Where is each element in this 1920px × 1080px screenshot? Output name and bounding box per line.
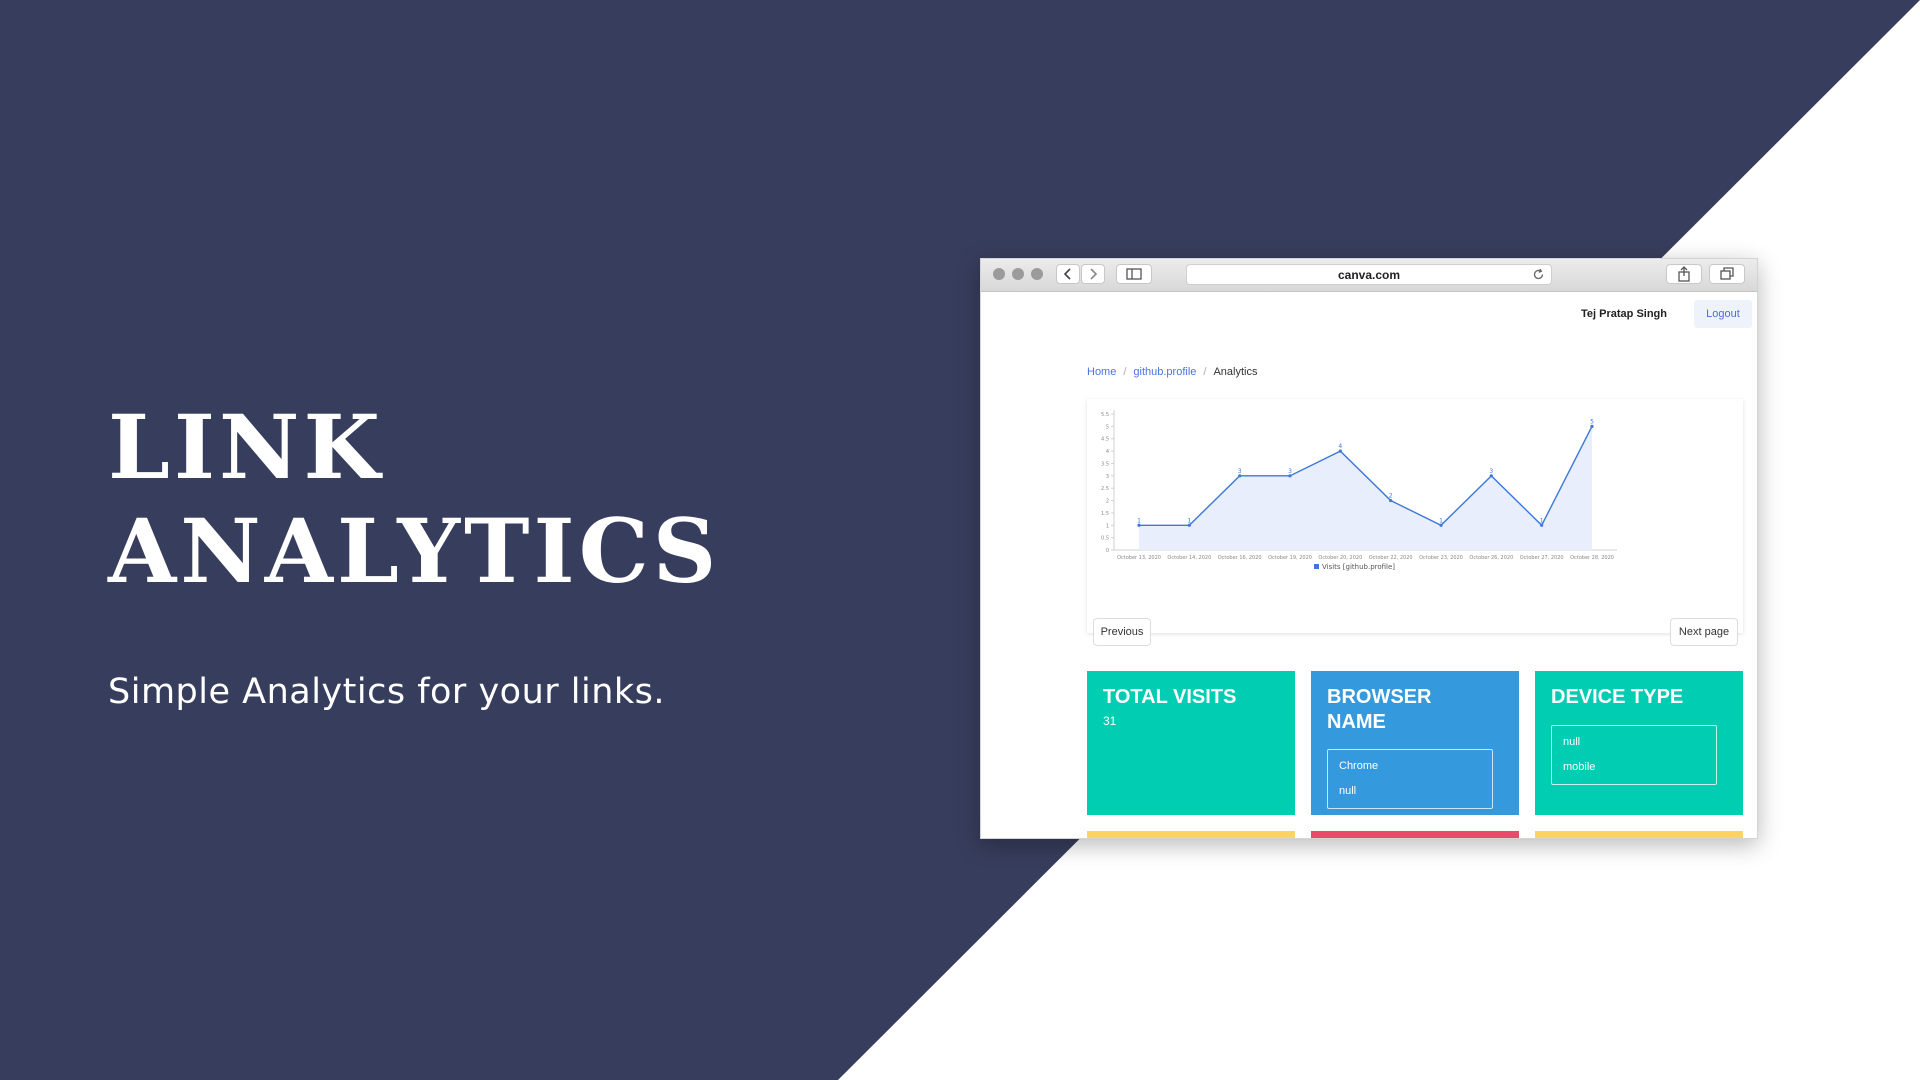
forward-button[interactable] [1081,264,1105,284]
user-name: Tej Pratap Singh [1581,308,1667,320]
y-tick-label: 5.5 [1101,412,1109,418]
data-label: 1 [1540,517,1544,524]
tabs-icon [1720,267,1734,280]
x-tick-label: October 23, 2020 [1419,555,1463,561]
y-tick-label: 4.5 [1101,437,1109,443]
x-tick-label: October 22, 2020 [1369,555,1413,561]
next-page-button[interactable]: Next page [1670,618,1738,646]
pink-card-top [1311,831,1519,838]
data-label: 3 [1288,468,1292,475]
reload-icon[interactable] [1532,268,1545,281]
data-label: 3 [1489,468,1493,475]
browser-name-list: Chrome null [1327,749,1493,809]
yellow-card-top [1535,831,1743,838]
device-type-list: null mobile [1551,725,1717,785]
visits-chart: 0 0.5 1 1.5 2 2.5 3 3.5 4 4.5 5 5.5 1 1 3 3 4 2 1 3 1 5 Octobe… [1101,410,1617,571]
device-type-item: null [1563,736,1581,748]
y-tick-label: 0 [1106,548,1109,554]
data-label: 1 [1439,517,1443,524]
x-tick-label: October 26, 2020 [1469,555,1513,561]
back-button[interactable] [1056,264,1080,284]
y-tick-label: 1.5 [1101,511,1109,517]
x-tick-label: October 14, 2020 [1167,555,1211,561]
share-button[interactable] [1666,264,1702,284]
x-tick-label: October 20, 2020 [1318,555,1362,561]
browser-titlebar: canva.com [981,259,1757,292]
x-tick-label: October 27, 2020 [1520,555,1564,561]
visits-chart-card: 0 0.5 1 1.5 2 2.5 3 3.5 4 4.5 5 5.5 1 1 3 3 4 2 1 3 1 5 Octobe… [1087,399,1743,633]
browser-window: canva.com Tej Pratap Singh Logout Home / g… [980,258,1758,839]
back-icon [1063,268,1071,280]
breadcrumb-separator: / [1123,366,1127,378]
y-tick-label: 2 [1106,499,1109,505]
url-text: canva.com [1337,268,1401,282]
browser-name-item: null [1339,785,1357,797]
x-tick-label: October 19, 2020 [1268,555,1312,561]
data-label: 4 [1338,443,1342,450]
y-tick-label: 3.5 [1101,461,1109,467]
window-close-dot[interactable] [993,268,1005,280]
x-tick-label: October 16, 2020 [1218,555,1262,561]
window-minimize-dot[interactable] [1012,268,1024,280]
hero-title-line-1: LINK [108,395,384,499]
y-tick-label: 3 [1106,474,1109,480]
yellow-card-top [1087,831,1295,838]
browser-name-title-line-1: BROWSER [1327,686,1432,708]
previous-button[interactable]: Previous [1093,618,1151,646]
x-tick-label: October 28, 2020 [1570,555,1614,561]
total-visits-value: 31 [1103,714,1117,728]
legend-swatch [1314,564,1319,569]
y-tick-label: 5 [1106,424,1109,430]
legend-label: Visits [github.profile] [1322,563,1395,571]
breadcrumb-current: Analytics [1213,366,1258,378]
data-label: 1 [1187,517,1191,524]
total-visits-card: TOTAL VISITS 31 [1087,671,1295,815]
hero-title-line-2: ANALYTICS [108,499,721,603]
breadcrumb-separator: / [1203,366,1207,378]
device-type-title: DEVICE TYPE [1551,686,1684,708]
device-type-card: DEVICE TYPE null mobile [1535,671,1743,815]
data-label: 3 [1238,468,1242,475]
logout-button[interactable]: Logout [1694,300,1752,328]
share-icon [1678,266,1690,282]
series-area [1139,426,1592,550]
address-bar[interactable]: canva.com [1186,264,1552,285]
sidebar-button[interactable] [1116,264,1152,284]
browser-name-item: Chrome [1339,760,1379,772]
sidebar-icon [1126,268,1142,280]
y-tick-label: 4 [1106,449,1109,455]
hero-subtitle: Simple Analytics for your links. [108,672,666,712]
breadcrumb: Home / github.profile / Analytics [1087,366,1258,378]
x-tick-label: October 13, 2020 [1117,555,1161,561]
browser-name-card: BROWSER NAME Chrome null [1311,671,1519,815]
total-visits-title: TOTAL VISITS [1103,686,1237,708]
y-tick-label: 1 [1106,523,1109,529]
breadcrumb-home[interactable]: Home [1087,366,1116,378]
tabs-button[interactable] [1709,264,1745,284]
browser-name-title-line-2: NAME [1327,711,1386,733]
browser-name-title: BROWSER NAME [1327,685,1431,735]
hero-title: LINK ANALYTICS [108,395,720,603]
forward-icon [1090,268,1098,280]
breadcrumb-profile[interactable]: github.profile [1133,366,1196,378]
window-maximize-dot[interactable] [1031,268,1043,280]
y-tick-label: 2.5 [1101,486,1109,492]
data-label: 1 [1137,517,1141,524]
y-tick-label: 0.5 [1101,536,1109,542]
device-type-item: mobile [1563,761,1596,773]
data-label: 2 [1389,493,1393,500]
data-label: 5 [1590,418,1594,425]
